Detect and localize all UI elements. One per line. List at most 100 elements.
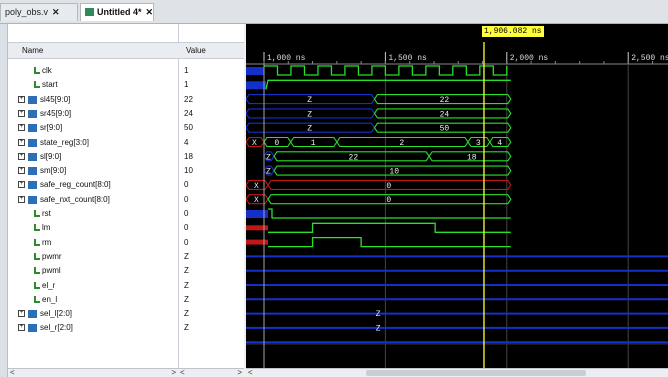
expand-icon[interactable]: + — [18, 95, 25, 103]
expand-icon[interactable]: + — [18, 152, 25, 160]
signal-name: en_l — [42, 294, 58, 304]
bus-value-label: Z — [266, 153, 271, 162]
bus-signal-icon — [28, 152, 37, 161]
signal-name: sl[9:0] — [40, 151, 62, 161]
signal-row[interactable]: en_l — [8, 293, 178, 307]
expand-icon[interactable]: + — [18, 324, 25, 332]
bus-value-label: 1 — [311, 139, 316, 148]
cursor-time-label: 1,906.082 ns — [481, 26, 544, 37]
wave-trace — [268, 222, 511, 233]
signal-row[interactable]: + safe_nxt_count[8:0] — [8, 193, 178, 207]
bit-signal-icon — [34, 224, 40, 232]
expand-icon[interactable]: + — [18, 195, 25, 203]
signal-row[interactable]: + state_reg[3:0] — [8, 136, 178, 150]
signal-row[interactable]: pwmr — [8, 250, 178, 264]
scroll-left-icon[interactable]: < — [10, 369, 15, 377]
signal-row[interactable]: rm — [8, 236, 178, 250]
signal-value: 4 — [184, 137, 189, 147]
waveform-viewer[interactable]: 1,000 ns 1,500 ns 2,000 ns 2,500 ns Z 22 Z 24 Z 5… — [246, 24, 668, 368]
signal-name: pwml — [42, 266, 61, 276]
expand-icon[interactable]: + — [18, 181, 25, 189]
bus-signal-icon — [28, 109, 37, 118]
signal-value: 0 — [184, 209, 189, 218]
bit-signal-icon — [34, 210, 40, 217]
signal-row[interactable]: + sel_r[2:0] — [8, 321, 178, 335]
signal-name: state_reg[3:0] — [40, 137, 89, 147]
signal-row[interactable]: + safe_reg_count[8:0] — [8, 178, 178, 192]
signal-row[interactable]: + sm[9:0] — [8, 164, 178, 178]
bit-signal-icon — [34, 281, 40, 289]
close-icon[interactable]: ✕ — [52, 7, 60, 17]
signal-value: Z — [184, 309, 189, 319]
signal-value: 0 — [184, 223, 189, 233]
waveform-icon — [85, 8, 94, 16]
bit-signal-icon — [34, 67, 40, 74]
signal-row[interactable]: + sel_l[2:0] — [8, 307, 178, 321]
bus-value-label: Z — [376, 324, 381, 333]
scroll-left-icon[interactable]: < — [180, 369, 185, 377]
expand-icon[interactable]: + — [18, 310, 25, 318]
signal-row[interactable]: el_r — [8, 279, 178, 293]
undefined-region — [246, 81, 266, 90]
bus-value-label: X — [252, 139, 257, 148]
signal-value: 0 — [184, 237, 189, 247]
bus-value-label: Z — [307, 125, 312, 134]
column-header-value[interactable]: Value — [178, 42, 244, 59]
bus-value-label: 24 — [440, 110, 450, 119]
expand-icon[interactable]: + — [18, 138, 25, 146]
bus-value-label: X — [254, 182, 259, 191]
signal-value: Z — [184, 266, 189, 276]
bus-value-label: 10 — [389, 168, 399, 177]
signal-name: safe_reg_count[8:0] — [40, 180, 111, 190]
tick-label: 2,000 ns — [510, 54, 549, 63]
bus-value-label: 22 — [440, 96, 450, 105]
signal-name: rst — [42, 209, 51, 218]
signal-row[interactable]: rst — [8, 207, 178, 221]
signal-name: sr[9:0] — [40, 123, 63, 133]
bus-value-label: 2 — [399, 139, 404, 148]
signal-value: 0 — [184, 180, 189, 190]
bus-value-label: 3 — [476, 139, 481, 148]
wave-trace — [268, 208, 511, 219]
signal-value: 18 — [184, 151, 193, 161]
name-scrollbar[interactable]: < > — [8, 368, 178, 377]
signal-row[interactable]: lm — [8, 221, 178, 235]
bus-value-label: 4 — [497, 139, 502, 148]
value-scrollbar[interactable]: < > — [178, 368, 244, 377]
signal-row[interactable]: start — [8, 78, 178, 92]
scroll-left-icon[interactable]: < — [248, 369, 253, 377]
scroll-right-icon[interactable]: > — [237, 369, 242, 377]
signal-name: sel_l[2:0] — [40, 309, 73, 319]
scroll-thumb[interactable] — [366, 370, 586, 376]
tab-untitled-4[interactable]: Untitled 4* ✕ — [80, 3, 154, 21]
signal-row[interactable]: pwml — [8, 264, 178, 278]
bus-signal-icon — [28, 124, 37, 133]
signal-name: rm — [42, 237, 52, 247]
bus-value-label: 0 — [386, 182, 391, 191]
column-header-name[interactable]: Name — [8, 42, 178, 59]
signal-row[interactable]: + sr[9:0] — [8, 121, 178, 135]
signal-value: 22 — [184, 94, 193, 104]
wave-scrollbar[interactable]: < — [246, 368, 668, 377]
waveform-canvas[interactable]: 1,000 ns 1,500 ns 2,000 ns 2,500 nsZ 22Z 24Z 5… — [246, 24, 668, 368]
signal-row[interactable]: clk — [8, 64, 178, 78]
close-icon[interactable]: ✕ — [146, 7, 154, 17]
toolbar-strip — [0, 24, 8, 377]
bus-value-label: Z — [307, 110, 312, 119]
bus-value-label: X — [254, 196, 259, 205]
expand-icon[interactable]: + — [18, 124, 25, 132]
expand-icon[interactable]: + — [18, 109, 25, 117]
bus-value-label: 50 — [440, 125, 450, 134]
expand-icon[interactable]: + — [18, 167, 25, 175]
signal-value: Z — [184, 251, 189, 261]
signal-value: 10 — [184, 166, 193, 176]
signal-row[interactable]: + sl45[9:0] — [8, 93, 178, 107]
signal-row[interactable]: + sl[9:0] — [8, 150, 178, 164]
signal-row[interactable]: + sr45[9:0] — [8, 107, 178, 121]
bus-value-label: 0 — [386, 196, 391, 205]
tab-label: poly_obs.v — [5, 7, 49, 17]
tab-poly-obs[interactable]: poly_obs.v ✕ — [0, 3, 78, 21]
scroll-right-icon[interactable]: > — [171, 369, 176, 377]
bit-signal-icon — [34, 252, 40, 260]
bus-value-label: Z — [307, 96, 312, 105]
